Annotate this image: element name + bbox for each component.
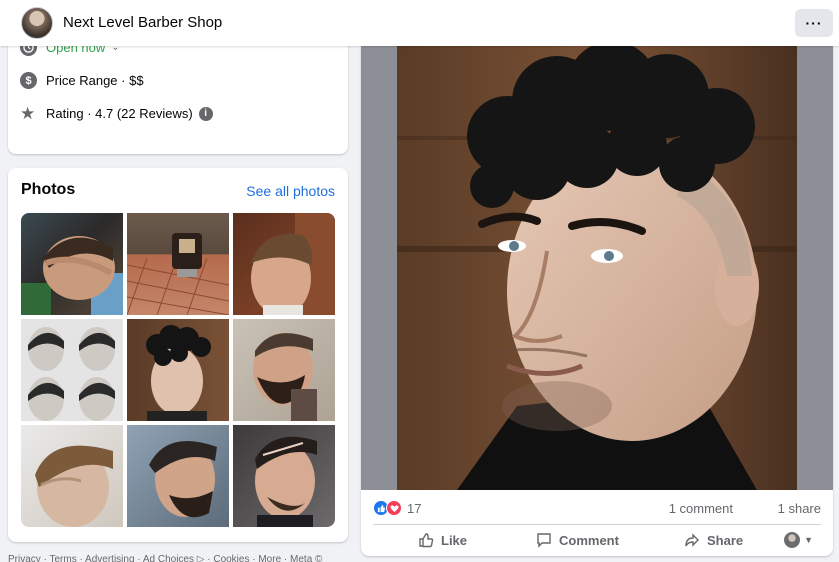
price-range-row: $ Price Range · $$ (20, 72, 144, 89)
post-card: 17 1 comment 1 share Like Comment Share … (361, 46, 833, 556)
star-icon: ★ (20, 104, 36, 123)
share-button[interactable]: Share (684, 532, 743, 548)
reaction-count[interactable]: 17 (407, 501, 421, 516)
post-image-frame (361, 46, 833, 490)
photo-thumbnail[interactable] (127, 425, 229, 527)
photos-card: Photos See all photos (8, 168, 348, 542)
photo-thumbnail[interactable] (233, 319, 335, 421)
photo-thumbnail[interactable] (21, 213, 123, 315)
info-icon[interactable]: i (198, 106, 213, 121)
photos-title: Photos (21, 181, 76, 198)
comments-count-link[interactable]: 1 comment (669, 501, 733, 516)
page-title[interactable]: Next Level Barber Shop (63, 14, 222, 31)
photo-thumbnail[interactable] (127, 213, 229, 315)
page-header: Next Level Barber Shop ··· (0, 0, 839, 46)
photo-thumbnail[interactable] (127, 319, 229, 421)
see-all-photos-link[interactable]: See all photos (246, 183, 335, 199)
reactions-summary: 17 1 comment 1 share (373, 498, 821, 518)
price-icon: $ (20, 72, 37, 89)
shares-count-link[interactable]: 1 share (778, 501, 821, 516)
caret-down-icon: ▼ (804, 535, 813, 545)
love-reaction-icon[interactable] (386, 500, 402, 516)
photo-thumbnail[interactable] (233, 425, 335, 527)
page-avatar[interactable] (21, 7, 53, 39)
share-icon (685, 533, 699, 547)
post-photo[interactable] (397, 46, 797, 490)
more-options-button[interactable]: ··· (795, 9, 833, 37)
like-label: Like (441, 532, 468, 548)
rating-row: ★ Rating · 4.7 (22 Reviews) i (20, 105, 213, 122)
footer-links[interactable]: Privacy · Terms · Advertising · Ad Choic… (8, 554, 322, 562)
post-actions: Like Comment Share ▼ (361, 526, 833, 556)
about-card: Open now ⌄ $ Price Range · $$ ★ Rating ·… (8, 30, 348, 154)
share-label: Share (707, 532, 744, 548)
thumbs-up-icon (419, 533, 434, 548)
like-button[interactable]: Like (418, 532, 467, 548)
photo-thumbnail[interactable] (21, 425, 123, 527)
photo-thumbnail[interactable] (233, 213, 335, 315)
viewer-avatar (784, 532, 801, 548)
post-as-selector[interactable]: ▼ (784, 532, 813, 548)
photo-grid (21, 213, 335, 527)
price-range-text: Price Range · $$ (46, 73, 144, 88)
photo-thumbnail[interactable] (21, 319, 123, 421)
divider (373, 524, 821, 525)
comment-button[interactable]: Comment (536, 532, 619, 548)
comment-label: Comment (559, 532, 619, 548)
comment-icon (537, 533, 551, 548)
rating-text: Rating · 4.7 (22 Reviews) (46, 106, 193, 121)
